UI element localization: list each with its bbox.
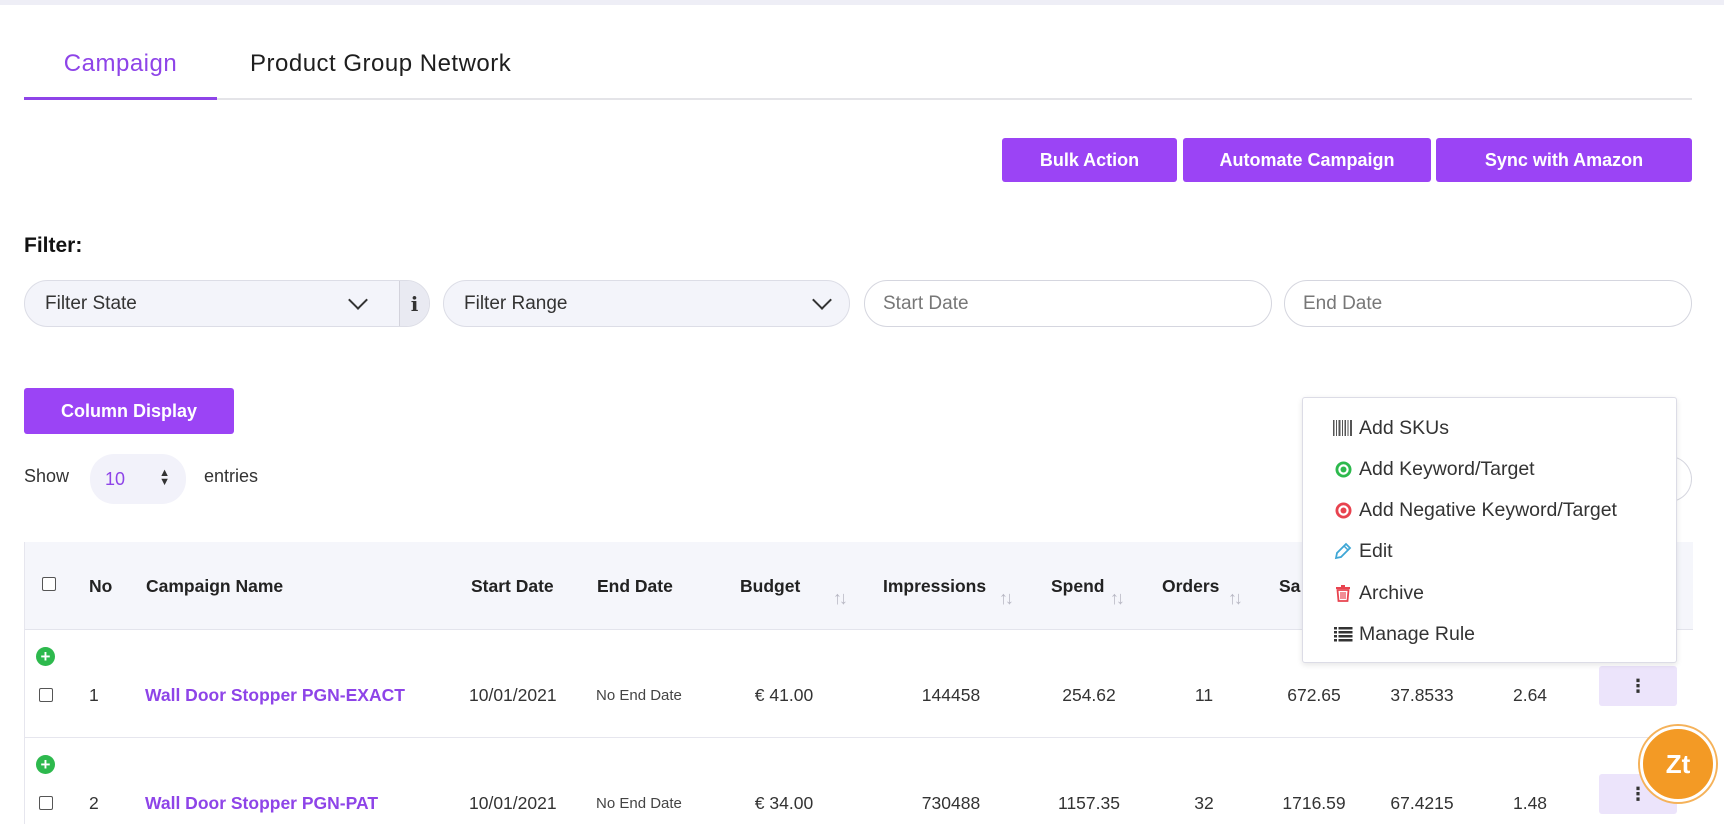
row-actions-button[interactable]: ⋮ [1599,666,1677,706]
top-border [0,0,1724,5]
cell-no: 2 [89,793,99,813]
menu-item-label: Archive [1359,581,1425,604]
show-label: Show [24,466,70,486]
barcode-icon [1333,418,1353,438]
menu-item-archive[interactable]: Archive [1333,578,1424,608]
sort-icon[interactable]: ↑↓ [833,588,848,609]
column-display-button[interactable]: Column Display [24,388,234,434]
filter-state-value: Filter State [45,292,137,314]
header-start-date[interactable]: Start Date [471,576,554,597]
table-row: + 2 Wall Door Stopper PGN-PAT 10/01/2021… [25,738,1693,824]
cell-metric: 37.8533 [1390,685,1454,705]
cell-impressions: 144458 [921,685,981,705]
tab-bar: Campaign Product Group Network [24,40,1692,100]
header-budget[interactable]: Budget [740,576,800,597]
start-date-input[interactable]: Start Date [864,280,1272,327]
campaign-name-link[interactable]: Wall Door Stopper PGN-EXACT [145,685,405,706]
row-checkbox[interactable] [39,796,53,810]
sort-icon[interactable]: ↑↓ [999,588,1014,609]
menu-item-label: Manage Rule [1359,622,1475,645]
campaign-name-link[interactable]: Wall Door Stopper PGN-PAT [145,793,378,814]
filter-range-select[interactable]: Filter Range [443,280,850,327]
menu-item-label: Add SKUs [1359,416,1449,439]
target-red-icon [1333,500,1353,520]
menu-item-add-skus[interactable]: Add SKUs [1333,413,1449,443]
header-no: No [89,576,113,596]
header-sales[interactable]: Sa [1279,576,1300,597]
automate-campaign-button[interactable]: Automate Campaign [1183,138,1431,182]
cell-sales: 672.65 [1287,685,1341,705]
entries-select[interactable]: 10 ▲ ▼ [90,454,186,504]
cell-sales: 1716.59 [1282,793,1346,813]
end-date-input[interactable]: End Date [1284,280,1692,327]
entries-label: entries [204,466,259,486]
expand-plus-icon[interactable]: + [36,647,55,666]
cell-spend: 1157.35 [1058,793,1120,813]
header-end-date[interactable]: End Date [597,576,673,597]
filter-range-value: Filter Range [464,292,568,314]
bulk-action-button[interactable]: Bulk Action [1002,138,1177,182]
cell-orders: 32 [1194,793,1214,813]
entries-value: 10 [105,468,126,489]
filter-label: Filter: [24,234,83,257]
cell-budget: € 41.00 [754,685,814,705]
cell-orders: 11 [1194,685,1214,705]
sync-with-amazon-button[interactable]: Sync with Amazon [1436,138,1692,182]
cell-metric: 67.4215 [1390,793,1454,813]
chevron-down-icon [812,290,832,310]
chevron-down-icon [348,290,368,310]
sort-arrows-icon: ▲ ▼ [159,467,170,488]
row-checkbox[interactable] [39,688,53,702]
info-icon[interactable]: i [399,281,429,326]
cell-start-date: 10/01/2021 [469,685,557,705]
cell-end-date: No End Date [596,795,682,812]
menu-item-label: Add Negative Keyword/Target [1359,498,1617,521]
menu-item-add-keyword-target[interactable]: Add Keyword/Target [1333,454,1535,484]
filter-state-select[interactable]: Filter State i [24,280,430,327]
sort-icon[interactable]: ↑↓ [1110,588,1125,609]
menu-item-manage-rule[interactable]: Manage Rule [1333,619,1475,649]
tab-campaign[interactable]: Campaign [24,50,217,100]
tab-product-group-network[interactable]: Product Group Network [250,50,511,78]
header-orders[interactable]: Orders [1162,576,1219,597]
cell-spend: 254.62 [1062,685,1116,705]
row-actions-menu: Add SKUs Add Keyword/Target Add Negative… [1302,397,1677,663]
pencil-icon [1333,541,1353,561]
cell-end-date: No End Date [596,687,682,704]
chat-widget-button[interactable]: Zt [1640,726,1716,802]
cell-metric: 1.48 [1512,793,1548,813]
cell-impressions: 730488 [921,793,981,813]
menu-item-label: Edit [1359,539,1393,562]
list-icon [1333,624,1353,644]
cell-start-date: 10/01/2021 [469,793,557,813]
expand-plus-icon[interactable]: + [36,755,55,774]
header-impressions[interactable]: Impressions [883,576,986,597]
sort-icon[interactable]: ↑↓ [1228,588,1243,609]
menu-item-add-negative-keyword-target[interactable]: Add Negative Keyword/Target [1333,495,1617,525]
header-campaign-name[interactable]: Campaign Name [146,576,283,597]
cell-budget: € 34.00 [754,793,814,813]
menu-item-label: Add Keyword/Target [1359,457,1535,480]
trash-icon [1333,583,1353,603]
header-spend[interactable]: Spend [1051,576,1104,597]
cell-no: 1 [89,685,99,705]
select-all-checkbox[interactable] [42,577,56,591]
cell-metric: 2.64 [1512,685,1548,705]
target-green-icon [1333,459,1353,479]
menu-item-edit[interactable]: Edit [1333,536,1393,566]
